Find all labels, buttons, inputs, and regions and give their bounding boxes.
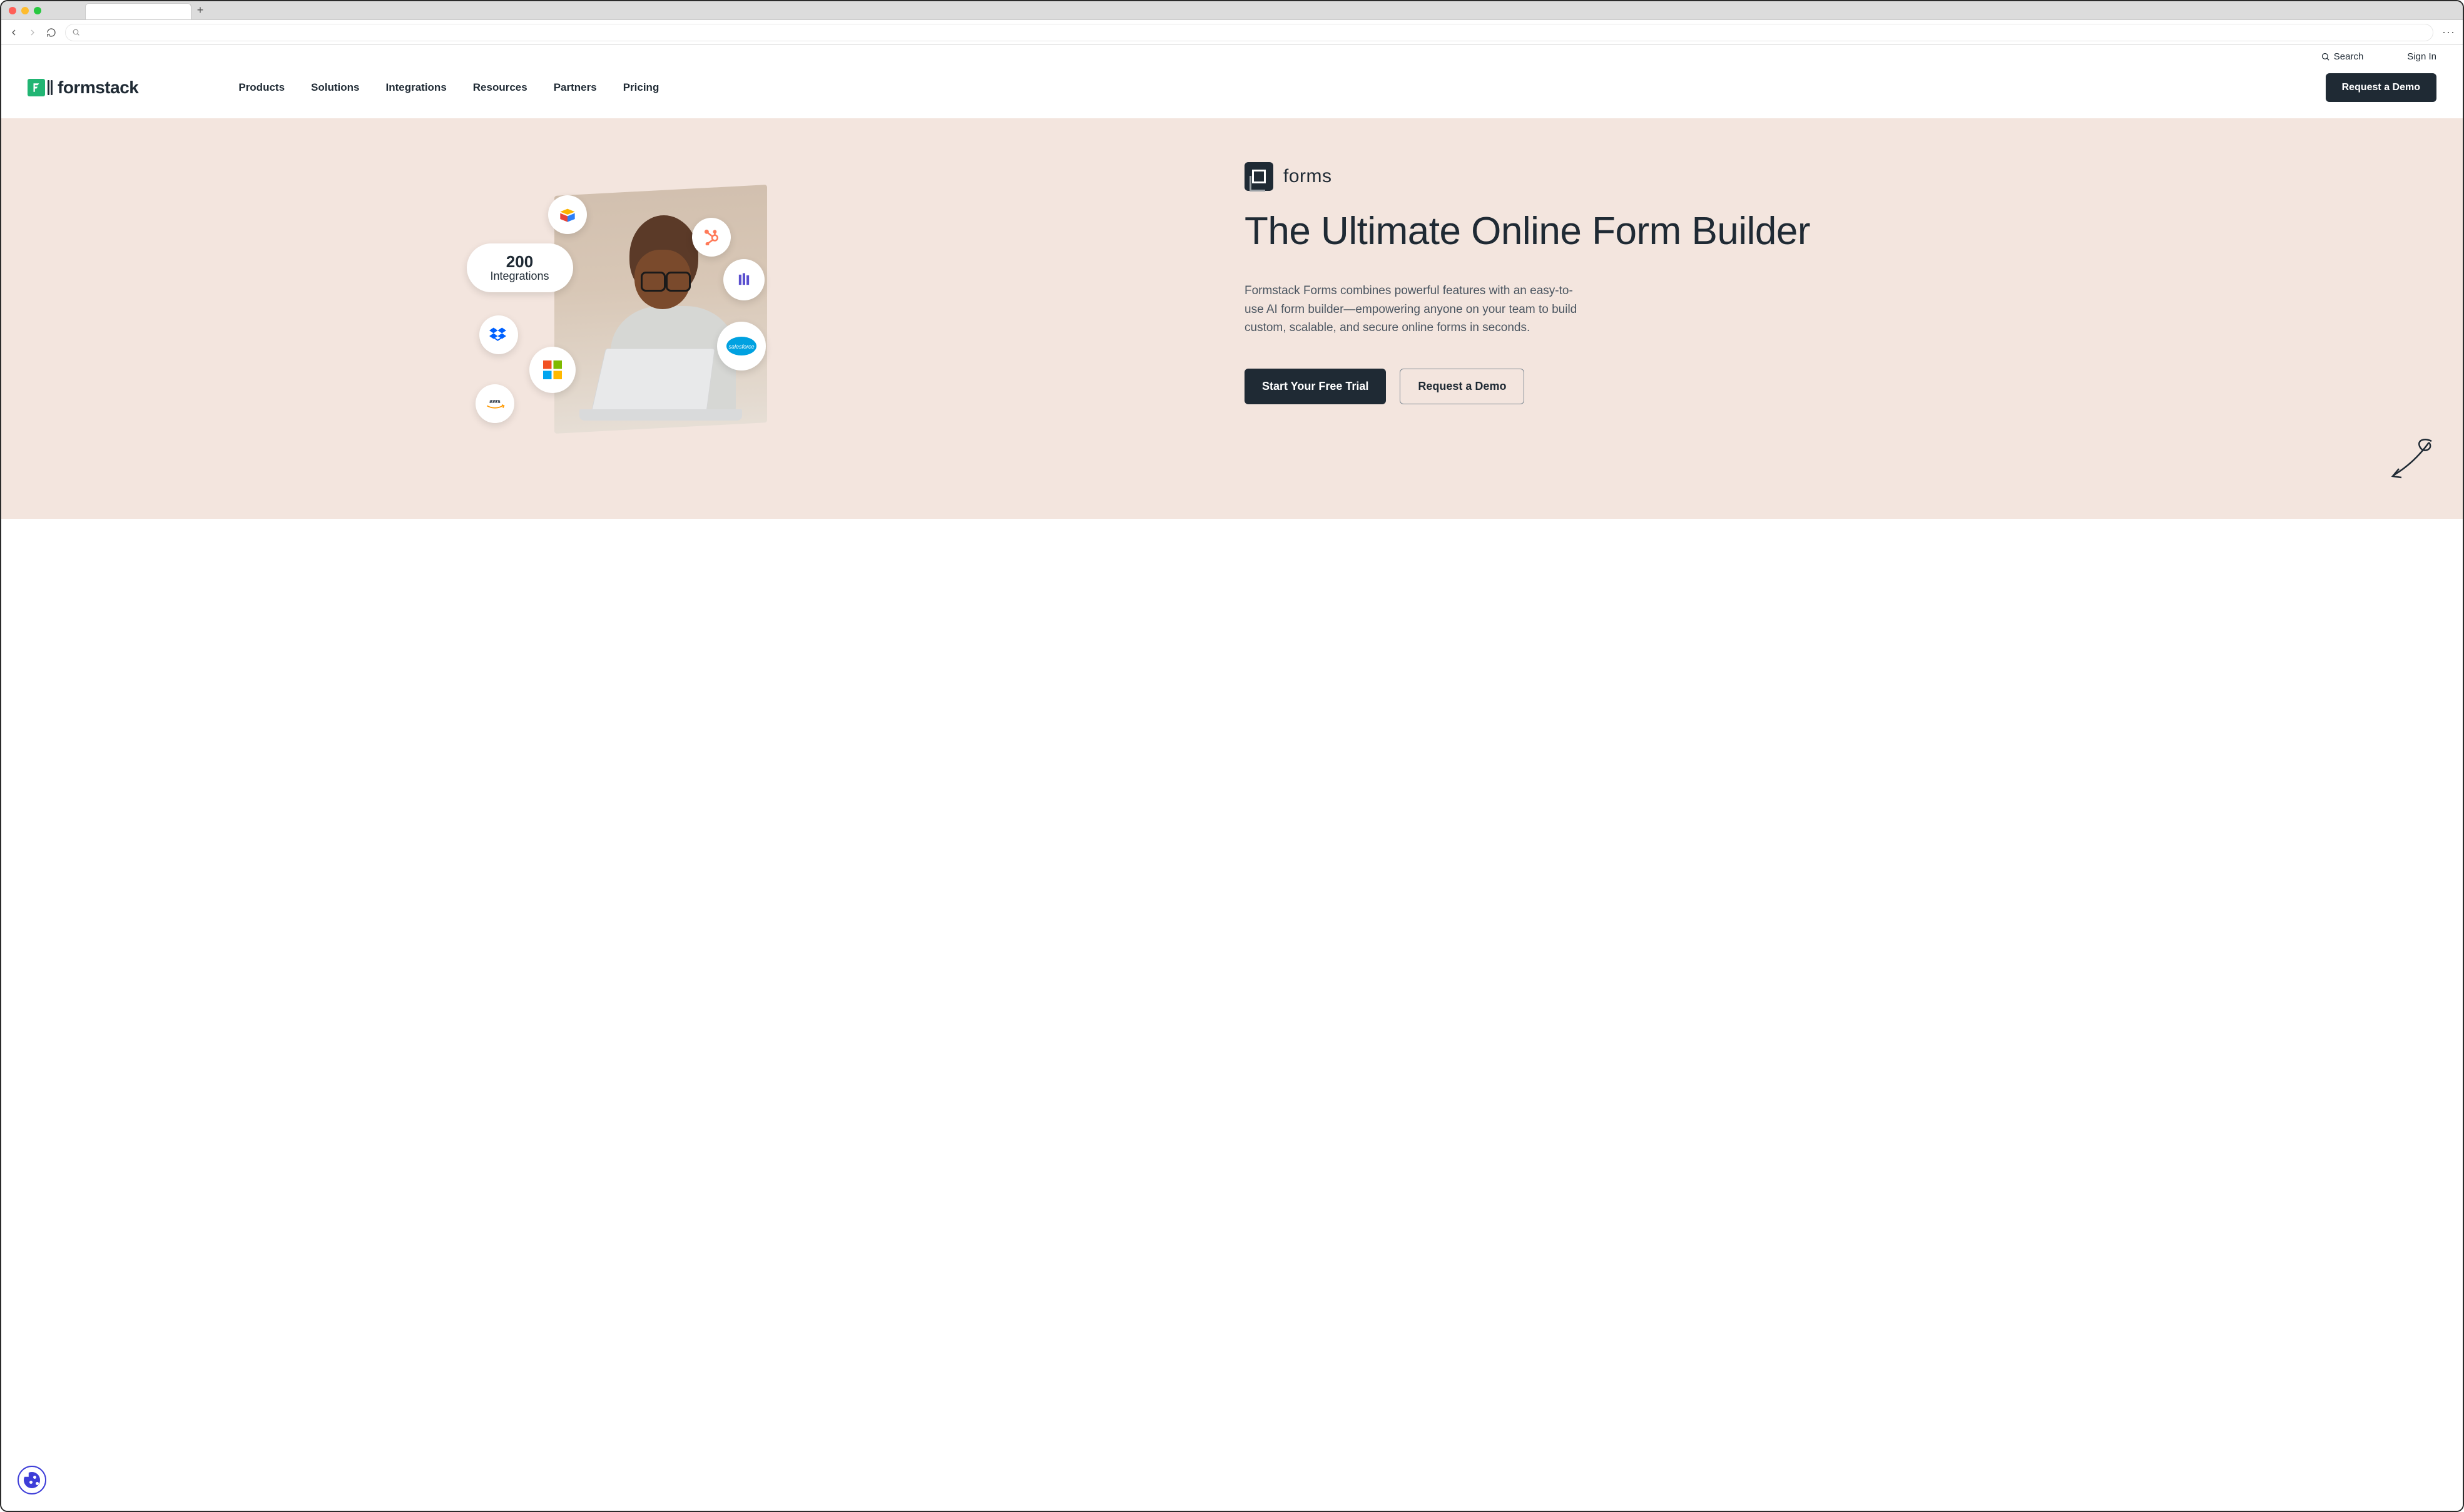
intercom-icon xyxy=(723,259,765,300)
start-free-trial-button[interactable]: Start Your Free Trial xyxy=(1245,369,1386,404)
hero-illustration: 200 Integrations salesforce xyxy=(1,162,1232,481)
nav-item-solutions[interactable]: Solutions xyxy=(311,81,359,94)
microsoft-icon xyxy=(529,347,576,393)
nav-item-pricing[interactable]: Pricing xyxy=(623,81,659,94)
titlebar: + xyxy=(1,1,2463,20)
browser-window: + ··· Search Sign In xyxy=(0,0,2464,1512)
nav-item-partners[interactable]: Partners xyxy=(554,81,597,94)
hero-copy: forms The Ultimate Online Form Builder F… xyxy=(1232,162,2463,481)
nav-links: Products Solutions Integrations Resource… xyxy=(238,81,659,94)
svg-text:aws: aws xyxy=(489,398,501,404)
main-nav: formstack Products Solutions Integration… xyxy=(1,62,2463,118)
forms-product-icon xyxy=(1245,162,1273,191)
logo[interactable]: formstack xyxy=(28,78,138,98)
hero-section: 200 Integrations salesforce xyxy=(1,118,2463,519)
search-label: Search xyxy=(2334,51,2364,62)
logo-text: formstack xyxy=(58,78,138,98)
integrations-count: 200 xyxy=(506,253,533,271)
back-icon[interactable] xyxy=(9,28,19,38)
search-button[interactable]: Search xyxy=(2321,51,2364,62)
maximize-window-icon[interactable] xyxy=(34,7,41,14)
hero-description: Formstack Forms combines powerful featur… xyxy=(1245,282,1582,337)
cookie-settings-button[interactable] xyxy=(18,1466,46,1494)
product-tag: forms xyxy=(1245,162,2413,191)
logo-bars-icon xyxy=(48,80,53,95)
signin-link[interactable]: Sign In xyxy=(2407,51,2436,62)
minimize-window-icon[interactable] xyxy=(21,7,29,14)
utility-bar: Search Sign In xyxy=(1,45,2463,62)
browser-menu-icon[interactable]: ··· xyxy=(2442,26,2455,39)
hero-cta-group: Start Your Free Trial Request a Demo xyxy=(1245,369,2413,404)
search-icon xyxy=(2321,52,2330,61)
forward-icon[interactable] xyxy=(28,28,38,38)
airtable-icon xyxy=(548,195,587,234)
svg-text:salesforce: salesforce xyxy=(728,344,754,350)
request-demo-button[interactable]: Request a Demo xyxy=(2326,73,2436,102)
window-controls xyxy=(9,7,41,14)
hero-title: The Ultimate Online Form Builder xyxy=(1245,210,2413,253)
integrations-label: Integrations xyxy=(490,270,549,283)
salesforce-icon: salesforce xyxy=(717,322,766,370)
nav-item-integrations[interactable]: Integrations xyxy=(385,81,446,94)
aws-icon: aws xyxy=(476,384,514,423)
nav-item-products[interactable]: Products xyxy=(238,81,285,94)
hubspot-icon xyxy=(692,218,731,257)
page-content: Search Sign In formstack Products Soluti… xyxy=(1,45,2463,1511)
browser-tab[interactable] xyxy=(85,3,191,19)
integrations-badge: 200 Integrations xyxy=(467,243,573,292)
product-name: forms xyxy=(1283,166,1332,187)
close-window-icon[interactable] xyxy=(9,7,16,14)
arrow-doodle-icon xyxy=(2388,437,2438,481)
cookie-icon xyxy=(24,1472,40,1488)
request-demo-secondary-button[interactable]: Request a Demo xyxy=(1400,369,1524,404)
address-bar[interactable] xyxy=(65,24,2433,41)
browser-toolbar: ··· xyxy=(1,20,2463,45)
new-tab-button[interactable]: + xyxy=(194,4,206,17)
tab-strip: + xyxy=(85,1,206,19)
glasses-icon xyxy=(641,272,691,288)
logo-mark-icon xyxy=(28,79,45,96)
reload-icon[interactable] xyxy=(46,28,56,38)
dropbox-icon xyxy=(479,315,518,354)
nav-item-resources[interactable]: Resources xyxy=(473,81,527,94)
